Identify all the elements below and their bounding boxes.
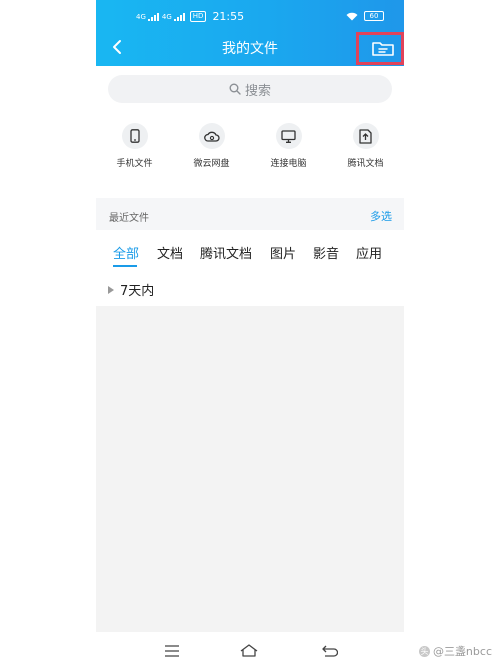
- tab-media[interactable]: 影音: [313, 243, 339, 262]
- status-time: 21:55: [212, 10, 245, 23]
- watermark-text: @三盞nbcc: [432, 645, 492, 658]
- home-icon[interactable]: [240, 642, 258, 661]
- quick-entry-label: 连接电脑: [270, 159, 307, 169]
- signal-icon: 4G: [136, 12, 159, 21]
- back-nav-icon[interactable]: [322, 642, 339, 661]
- active-tab-indicator: [113, 265, 137, 267]
- network-tag: HD: [189, 11, 207, 22]
- system-nav-bar: [96, 632, 404, 667]
- multi-select-button[interactable]: 多选: [370, 208, 392, 224]
- cloud-icon: [198, 123, 225, 149]
- phone-screen: 4G 4G HD 21:55 60 我的文件 搜索 手机文件 微云网盘 连接电脑…: [96, 0, 404, 667]
- watermark-logo-icon: 头: [418, 645, 430, 657]
- search-placeholder: 搜索: [244, 83, 271, 99]
- search-icon: [229, 83, 241, 95]
- expand-triangle-icon: [108, 285, 114, 294]
- quick-entry-label: 腾讯文档: [347, 159, 384, 169]
- tab-images[interactable]: 图片: [270, 243, 296, 262]
- tab-apps[interactable]: 应用: [356, 243, 382, 262]
- monitor-icon: [275, 123, 302, 149]
- quick-entry-phone-files[interactable]: 手机文件: [96, 120, 173, 169]
- tab-documents[interactable]: 文档: [157, 243, 183, 262]
- app-header: 4G 4G HD 21:55 60 我的文件: [96, 0, 404, 66]
- signal-label: 4G: [136, 12, 146, 21]
- group-header-7-days[interactable]: 7天内: [108, 280, 154, 299]
- quick-entries: 手机文件 微云网盘 连接电脑 腾讯文档: [96, 120, 404, 180]
- signal-icon: 4G: [161, 12, 185, 21]
- watermark: 头 @三盞nbcc: [418, 643, 492, 659]
- status-left: 4G 4G HD 21:55: [136, 10, 244, 23]
- battery-icon: 60: [364, 11, 384, 21]
- file-list-area: [96, 306, 404, 632]
- quick-entry-connect-pc[interactable]: 连接电脑: [250, 120, 327, 169]
- recent-files-title: 最近文件: [109, 213, 149, 224]
- menu-icon[interactable]: [164, 642, 180, 661]
- phone-icon: [121, 123, 148, 149]
- quick-entry-weiyun[interactable]: 微云网盘: [173, 120, 250, 169]
- category-tabs: 全部 文档 腾讯文档 图片 影音 应用: [96, 240, 404, 267]
- doc-upload-icon: [352, 123, 379, 149]
- tab-tencent-docs[interactable]: 腾讯文档: [200, 243, 252, 262]
- search-input[interactable]: 搜索: [108, 75, 392, 103]
- wifi-icon: [346, 12, 358, 21]
- tab-all[interactable]: 全部: [113, 243, 139, 262]
- quick-entry-label: 手机文件: [116, 159, 153, 169]
- quick-entry-tencent-docs[interactable]: 腾讯文档: [327, 120, 404, 169]
- status-bar: 4G 4G HD 21:55 60: [96, 0, 404, 32]
- folder-icon[interactable]: [372, 40, 394, 56]
- status-right: 60: [346, 11, 384, 21]
- group-label: 7天内: [120, 284, 155, 299]
- signal-label: 4G: [161, 12, 172, 21]
- recent-files-bar: 最近文件 多选: [96, 198, 404, 230]
- quick-entry-label: 微云网盘: [193, 159, 230, 169]
